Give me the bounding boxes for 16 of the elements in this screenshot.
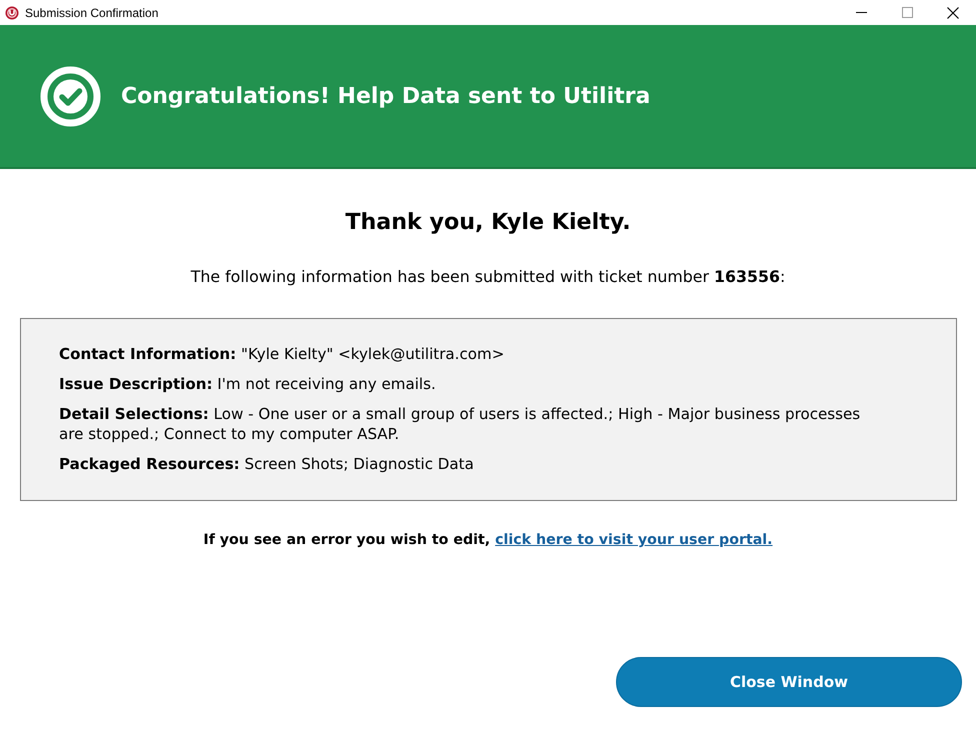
window-title: Submission Confirmation <box>25 4 158 22</box>
check-circle-icon <box>40 66 101 126</box>
detail-line: Packaged Resources: Screen Shots; Diagnostic Data <box>59 454 475 474</box>
detail-line: Issue Description: I'm not receiving any emails. <box>59 374 437 394</box>
banner-title: Congratulations! Help Data sent to Utilitra <box>121 82 650 110</box>
detail-line: Contact Information: "Kyle Kielty" <kylek@utilitra.com> <box>59 344 506 364</box>
maximize-icon <box>902 7 912 18</box>
close-window-button[interactable]: Close Window <box>616 657 962 707</box>
detail-line: Detail Selections: Low - One user or a small group of users is affected.; High - Major business processes are stopped.; Connect to my computer ASAP. <box>59 404 862 444</box>
ticket-info-text: The following information has been submitted with ticket number 163556: <box>190 266 786 288</box>
minimize-icon <box>856 12 866 13</box>
close-icon <box>947 6 959 18</box>
edit-prompt-text: If you see an error you wish to edit, click here to visit your user portal. <box>202 531 774 550</box>
user-portal-link[interactable]: click here to visit your user portal. <box>495 532 773 548</box>
app-logo-icon <box>5 6 19 20</box>
thank-you-heading: Thank you, Kyle Kielty. <box>344 208 632 237</box>
